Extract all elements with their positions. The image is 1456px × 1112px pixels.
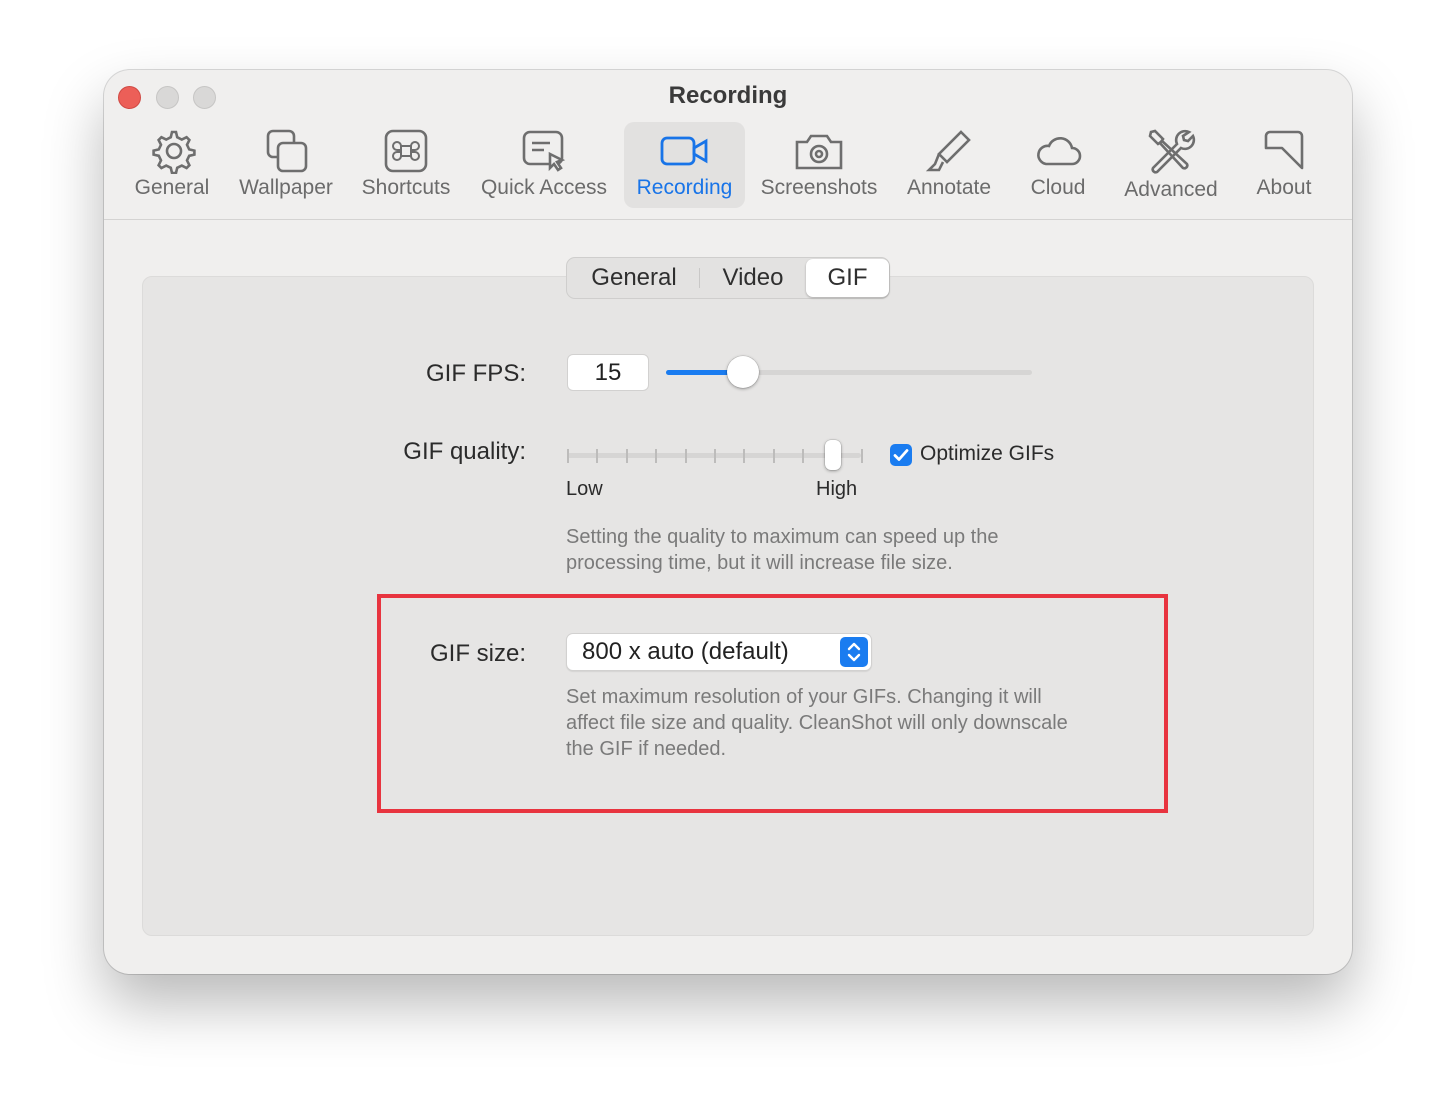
tab-video[interactable]: Video xyxy=(701,258,805,298)
gif-quality-tick xyxy=(596,449,598,463)
wallpaper-icon xyxy=(266,129,308,173)
gif-quality-low-label: Low xyxy=(566,478,603,500)
gif-quality-tick xyxy=(567,449,569,463)
title-bar: Recording General Wallpaper Shortcuts Qu… xyxy=(104,70,1352,220)
tab-control: General Video GIF xyxy=(566,257,890,299)
camera-icon xyxy=(795,134,843,170)
about-icon xyxy=(1264,130,1304,170)
tools-icon xyxy=(1148,129,1196,174)
toolbar-label-screenshots: Screenshots xyxy=(760,176,878,199)
tab-general[interactable]: General xyxy=(567,258,701,298)
gif-quality-tick xyxy=(773,449,775,463)
toolbar-item-quick-access[interactable]: Quick Access xyxy=(476,122,612,208)
gear-icon xyxy=(152,130,196,174)
toolbar-label-shortcuts: Shortcuts xyxy=(361,176,451,199)
gif-quality-tick xyxy=(714,449,716,463)
gif-quality-tick xyxy=(861,449,863,463)
toolbar-label-recording: Recording xyxy=(636,176,733,199)
toolbar-item-annotate[interactable]: Annotate xyxy=(900,122,998,208)
cloud-icon xyxy=(1037,136,1082,166)
toolbar-label-annotate: Annotate xyxy=(906,176,992,199)
optimize-gifs-checkbox[interactable] xyxy=(890,444,912,466)
highlight-box xyxy=(377,594,1168,813)
toolbar-label-about: About xyxy=(1256,176,1312,199)
quick-access-icon xyxy=(522,130,566,172)
toolbar-item-screenshots[interactable]: Screenshots xyxy=(754,122,884,208)
toolbar-item-wallpaper[interactable]: Wallpaper xyxy=(234,122,338,208)
gif-quality-slider-knob[interactable] xyxy=(825,440,841,470)
gif-fps-slider[interactable] xyxy=(666,356,1032,388)
checkmark-icon xyxy=(893,449,909,461)
toolbar-label-quick-access: Quick Access xyxy=(480,176,608,199)
gif-quality-tick xyxy=(655,449,657,463)
preferences-window: Recording General Wallpaper Shortcuts Qu… xyxy=(104,70,1352,974)
toolbar-label-cloud: Cloud xyxy=(1030,176,1086,199)
gif-fps-label: GIF FPS: xyxy=(425,360,526,387)
toolbar-label-general: General xyxy=(134,176,210,199)
toolbar-item-general[interactable]: General xyxy=(124,122,220,208)
toolbar-item-recording[interactable]: Recording xyxy=(624,122,745,208)
toolbar-item-about[interactable]: About xyxy=(1244,122,1324,208)
gif-quality-high-label: High xyxy=(816,478,858,500)
gif-quality-label: GIF quality: xyxy=(403,438,526,465)
gif-quality-tick xyxy=(802,449,804,463)
toolbar-item-shortcuts[interactable]: Shortcuts xyxy=(354,122,458,208)
gif-quality-tick xyxy=(626,449,628,463)
video-camera-icon xyxy=(660,136,707,166)
toolbar-item-advanced[interactable]: Advanced xyxy=(1116,122,1226,208)
gif-quality-help-text: Setting the quality to maximum can speed… xyxy=(566,526,999,574)
gif-quality-tick xyxy=(743,449,745,463)
optimize-gifs-label: Optimize GIFs xyxy=(920,442,1055,465)
tab-divider xyxy=(699,268,700,288)
gif-fps-field[interactable]: 15 xyxy=(567,354,649,391)
toolbar-label-wallpaper: Wallpaper xyxy=(239,176,333,199)
gif-quality-tick xyxy=(685,449,687,463)
tab-gif[interactable]: GIF xyxy=(806,259,889,297)
window-title: Recording xyxy=(668,82,788,109)
toolbar-label-advanced: Advanced xyxy=(1124,178,1218,201)
command-key-icon xyxy=(384,129,428,173)
highlighter-icon xyxy=(925,130,971,172)
toolbar-item-cloud[interactable]: Cloud xyxy=(1018,122,1098,208)
gif-fps-slider-knob[interactable] xyxy=(727,356,759,388)
